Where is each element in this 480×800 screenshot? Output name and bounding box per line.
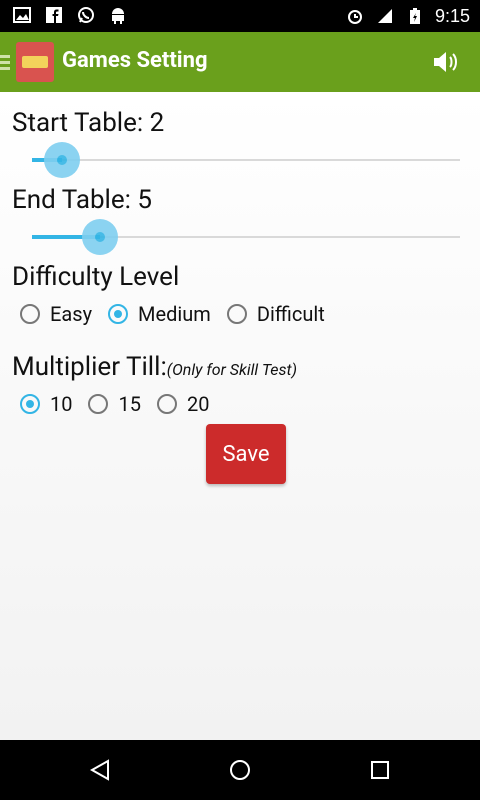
multiplier-title-row: Multiplier Till:(Only for Skill Test) <box>12 352 297 382</box>
whatsapp-icon <box>76 5 96 25</box>
facebook-icon <box>44 5 64 25</box>
multiplier-title: Multiplier Till: <box>12 352 167 382</box>
app-bar: Games Setting <box>0 32 480 92</box>
radio-medium-circle[interactable] <box>108 304 129 324</box>
difficulty-easy-label: Easy <box>50 302 93 326</box>
multiplier-20-label: 20 <box>186 392 210 416</box>
multiplier-15-label: 15 <box>118 392 141 416</box>
multiplier-20-option[interactable]: 20 <box>156 392 210 416</box>
radio-20-circle[interactable] <box>156 394 177 414</box>
difficulty-difficult-option[interactable]: Difficult <box>226 302 325 326</box>
start-table-slider[interactable] <box>32 140 460 180</box>
multiplier-10-option[interactable]: 10 <box>20 392 72 416</box>
notification-icons <box>12 5 128 25</box>
start-table-label: Start Table: 2 <box>12 108 165 138</box>
start-table-track <box>32 159 460 161</box>
alarm-icon <box>345 6 365 26</box>
status-bar: 9:15 <box>0 0 480 32</box>
clock-time: 9:15 <box>434 6 470 26</box>
radio-easy-circle[interactable] <box>20 304 40 324</box>
difficulty-easy-option[interactable]: Easy <box>20 302 92 326</box>
radio-difficult-circle[interactable] <box>226 304 247 324</box>
difficulty-options: Easy Medium Difficult <box>20 302 333 326</box>
battery-icon <box>405 6 425 26</box>
home-icon[interactable] <box>228 758 252 782</box>
app-title: Games Setting <box>62 48 208 73</box>
speaker-icon[interactable] <box>430 46 462 78</box>
signal-icon <box>375 6 395 26</box>
difficulty-medium-option[interactable]: Medium <box>108 302 211 326</box>
settings-content: Start Table: 2 End Table: 5 Difficulty L… <box>0 92 480 740</box>
end-table-thumb[interactable] <box>82 219 118 255</box>
system-icons: 9:15 <box>345 5 470 27</box>
back-icon[interactable] <box>88 758 112 782</box>
recents-icon[interactable] <box>368 758 392 782</box>
picture-icon <box>12 5 32 25</box>
android-icon <box>108 5 128 25</box>
hamburger-icon[interactable] <box>0 52 10 72</box>
radio-10-circle[interactable] <box>20 394 40 414</box>
start-table-thumb[interactable] <box>44 142 80 178</box>
difficulty-title: Difficulty Level <box>12 262 180 292</box>
save-button[interactable]: Save <box>206 424 286 484</box>
multiplier-options: 10 15 20 <box>20 392 217 416</box>
end-table-label: End Table: 5 <box>12 185 153 215</box>
difficulty-medium-label: Medium <box>138 302 211 326</box>
multiplier-15-option[interactable]: 15 <box>88 392 141 416</box>
radio-15-circle[interactable] <box>88 394 109 414</box>
multiplier-10-label: 10 <box>50 392 73 416</box>
navigation-bar <box>0 740 480 800</box>
app-logo-icon[interactable] <box>16 42 54 82</box>
difficulty-difficult-label: Difficult <box>256 302 325 326</box>
end-table-slider[interactable] <box>32 217 460 257</box>
multiplier-note: (Only for Skill Test) <box>166 360 298 379</box>
